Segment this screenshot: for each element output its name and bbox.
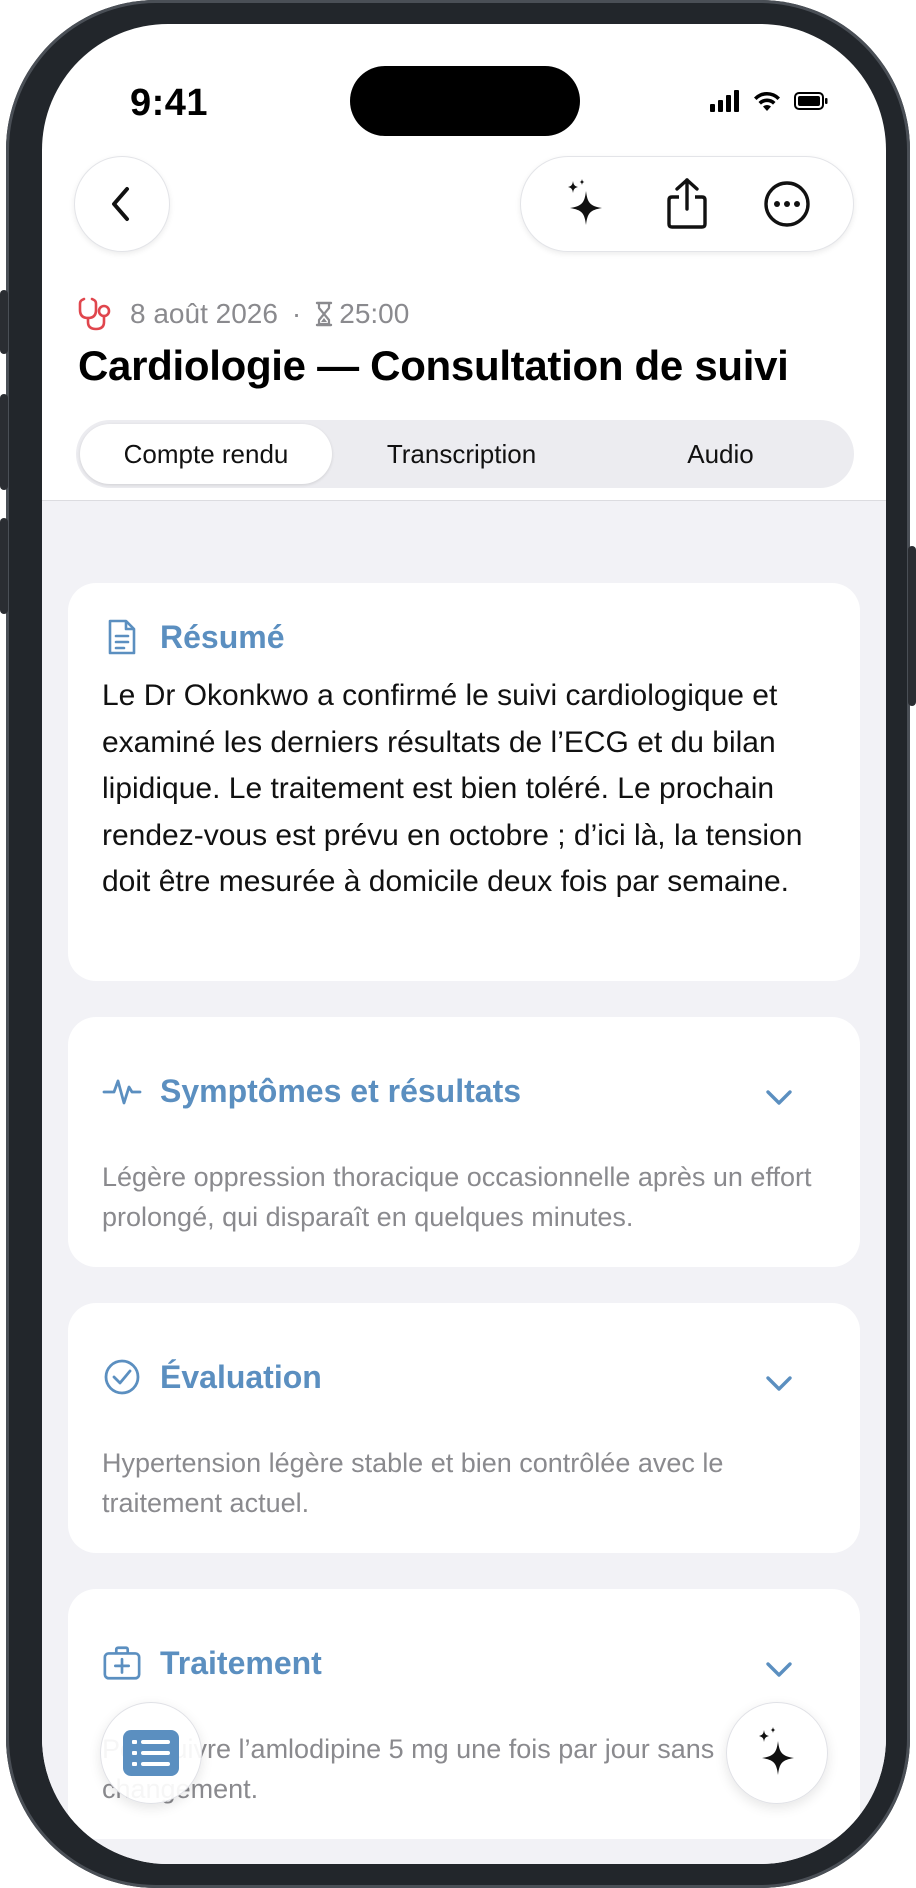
- wifi-icon: [754, 91, 780, 111]
- ai-assistant-button[interactable]: [726, 1702, 828, 1804]
- device-frame: 9:41 8 août 2026 · 25:00 Cardiologie — C…: [0, 0, 916, 1888]
- section-header[interactable]: Symptômes et résultats: [102, 1071, 521, 1111]
- screen: 9:41 8 août 2026 · 25:00 Cardiologie — C…: [42, 24, 886, 1864]
- battery-icon: [794, 92, 828, 110]
- section-heading: Évaluation: [160, 1358, 322, 1395]
- sparkles-icon: [568, 179, 602, 225]
- more-icon: [764, 181, 810, 227]
- consultation-meta: 8 août 2026 · 25:00: [78, 296, 409, 332]
- share-icon: [667, 178, 707, 229]
- side-button-volume-up: [0, 394, 8, 490]
- header-actions: [520, 156, 854, 252]
- hourglass-icon: [316, 301, 333, 327]
- chevron-down-icon[interactable]: [762, 1367, 796, 1401]
- status-time: 9:41: [130, 82, 209, 124]
- view-tabs: Compte rendu Transcription Audio: [76, 420, 854, 488]
- summary-card: Résumé Le Dr Okonkwo a confirmé le suivi…: [68, 583, 860, 981]
- ai-sparkles-button[interactable]: [557, 174, 617, 234]
- consultation-date: 8 août 2026: [130, 298, 278, 329]
- report-content[interactable]: Résumé Le Dr Okonkwo a confirmé le suivi…: [42, 501, 886, 1864]
- side-button-volume-down: [0, 518, 8, 614]
- section-header[interactable]: Évaluation: [102, 1357, 322, 1397]
- section-text: Légère oppression thoracique occasionnel…: [102, 1162, 812, 1232]
- section-text: Hypertension légère stable et bien contr…: [102, 1448, 724, 1518]
- section-card-symptomes[interactable]: Symptômes et résultats Légère oppression…: [68, 1017, 860, 1267]
- section-card-evaluation[interactable]: Évaluation Hypertension légère stable et…: [68, 1303, 860, 1553]
- tab-compte-rendu[interactable]: Compte rendu: [80, 424, 332, 484]
- section-header[interactable]: Traitement: [102, 1643, 322, 1683]
- status-icons: [710, 90, 828, 112]
- more-button[interactable]: [757, 174, 817, 234]
- summary-header: Résumé: [102, 617, 285, 657]
- chevron-down-icon[interactable]: [762, 1081, 796, 1115]
- tab-audio[interactable]: Audio: [591, 424, 850, 484]
- section-heading: Symptômes et résultats: [160, 1072, 522, 1109]
- outline-button[interactable]: [100, 1702, 202, 1804]
- sparkles-icon: [759, 1727, 794, 1775]
- document-icon: [102, 617, 142, 657]
- dynamic-island: [350, 66, 580, 136]
- chevron-left-icon: [112, 187, 129, 221]
- chevron-down-icon[interactable]: [762, 1653, 796, 1687]
- section-card-traitement[interactable]: Traitement Poursuivre l’amlodipine 5 mg …: [68, 1589, 860, 1839]
- check-circle-icon: [102, 1357, 142, 1397]
- side-button-power: [908, 546, 916, 706]
- share-button[interactable]: [657, 174, 717, 234]
- list-icon: [123, 1730, 179, 1776]
- medical-kit-icon: [102, 1643, 142, 1683]
- consultation-duration: 25:00: [339, 298, 410, 329]
- page-title: Cardiologie — Consultation de suivi: [78, 342, 789, 389]
- tab-transcription[interactable]: Transcription: [332, 424, 591, 484]
- signal-icon: [710, 90, 739, 112]
- summary-text: Le Dr Okonkwo a confirmé le suivi cardio…: [102, 679, 803, 898]
- meta-separator: ·: [291, 298, 302, 329]
- back-button[interactable]: [74, 156, 170, 252]
- section-heading: Traitement: [160, 1644, 322, 1681]
- stethoscope-icon: [78, 297, 111, 331]
- heartbeat-icon: [102, 1071, 142, 1111]
- section-text: Poursuivre l’amlodipine 5 mg une fois pa…: [102, 1734, 715, 1804]
- summary-heading: Résumé: [160, 618, 285, 655]
- side-button-mute: [0, 290, 8, 354]
